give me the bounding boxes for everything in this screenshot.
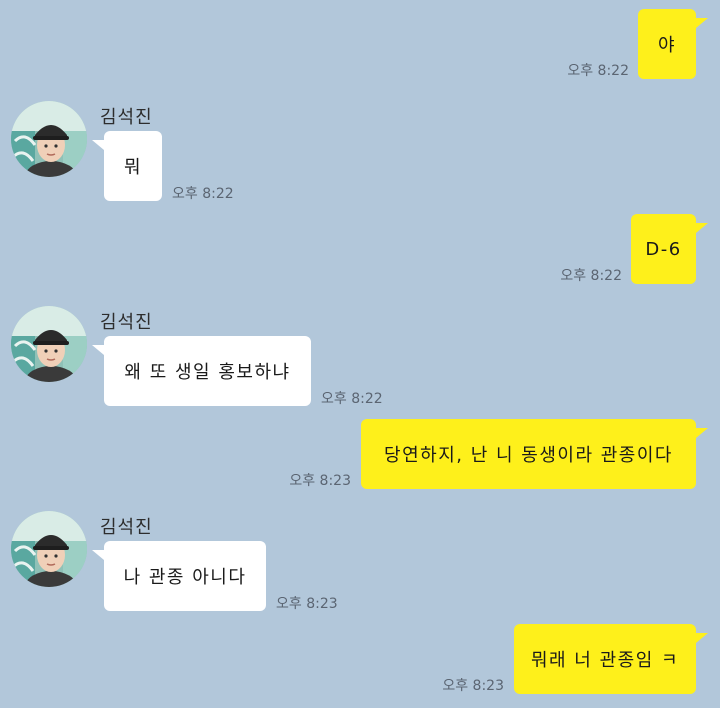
bubble-tail [696,18,708,28]
contact-avatar[interactable] [11,101,87,177]
message-timestamp: 오후 8:23 [289,473,351,489]
contact-avatar[interactable] [11,511,87,587]
contact-name: 김석진 [100,517,153,538]
profile-photo-icon [11,101,87,177]
message-timestamp: 오후 8:22 [172,186,234,202]
bubble-tail [92,550,104,560]
message-bubble-other[interactable]: 뭐 [104,131,162,201]
message-timestamp: 오후 8:22 [567,63,629,79]
message-timestamp: 오후 8:23 [276,596,338,612]
message-bubble-me[interactable]: D-6 [631,214,696,284]
message-timestamp: 오후 8:22 [321,391,383,407]
bubble-tail [696,223,708,233]
contact-name: 김석진 [100,107,153,128]
contact-name: 김석진 [100,312,153,333]
message-bubble-other[interactable]: 왜 또 생일 홍보하냐 [104,336,311,406]
message-timestamp: 오후 8:23 [442,678,504,694]
contact-avatar[interactable] [11,306,87,382]
bubble-tail [92,140,104,150]
profile-photo-icon [11,306,87,382]
profile-photo-icon [11,511,87,587]
message-bubble-other[interactable]: 나 관종 아니다 [104,541,266,611]
message-bubble-me[interactable]: 야 [638,9,696,79]
bubble-tail [92,345,104,355]
message-timestamp: 오후 8:22 [560,268,622,284]
chat-area[interactable]: 야 오후 8:22 김석진 뭐 오후 8:22 D-6 오후 8:22 김석진 … [0,0,720,708]
message-bubble-me[interactable]: 당연하지, 난 니 동생이라 관종이다 [361,419,696,489]
bubble-tail [696,633,708,643]
message-bubble-me[interactable]: 뭐래 너 관종임 ㅋ [514,624,696,694]
bubble-tail [696,428,708,438]
